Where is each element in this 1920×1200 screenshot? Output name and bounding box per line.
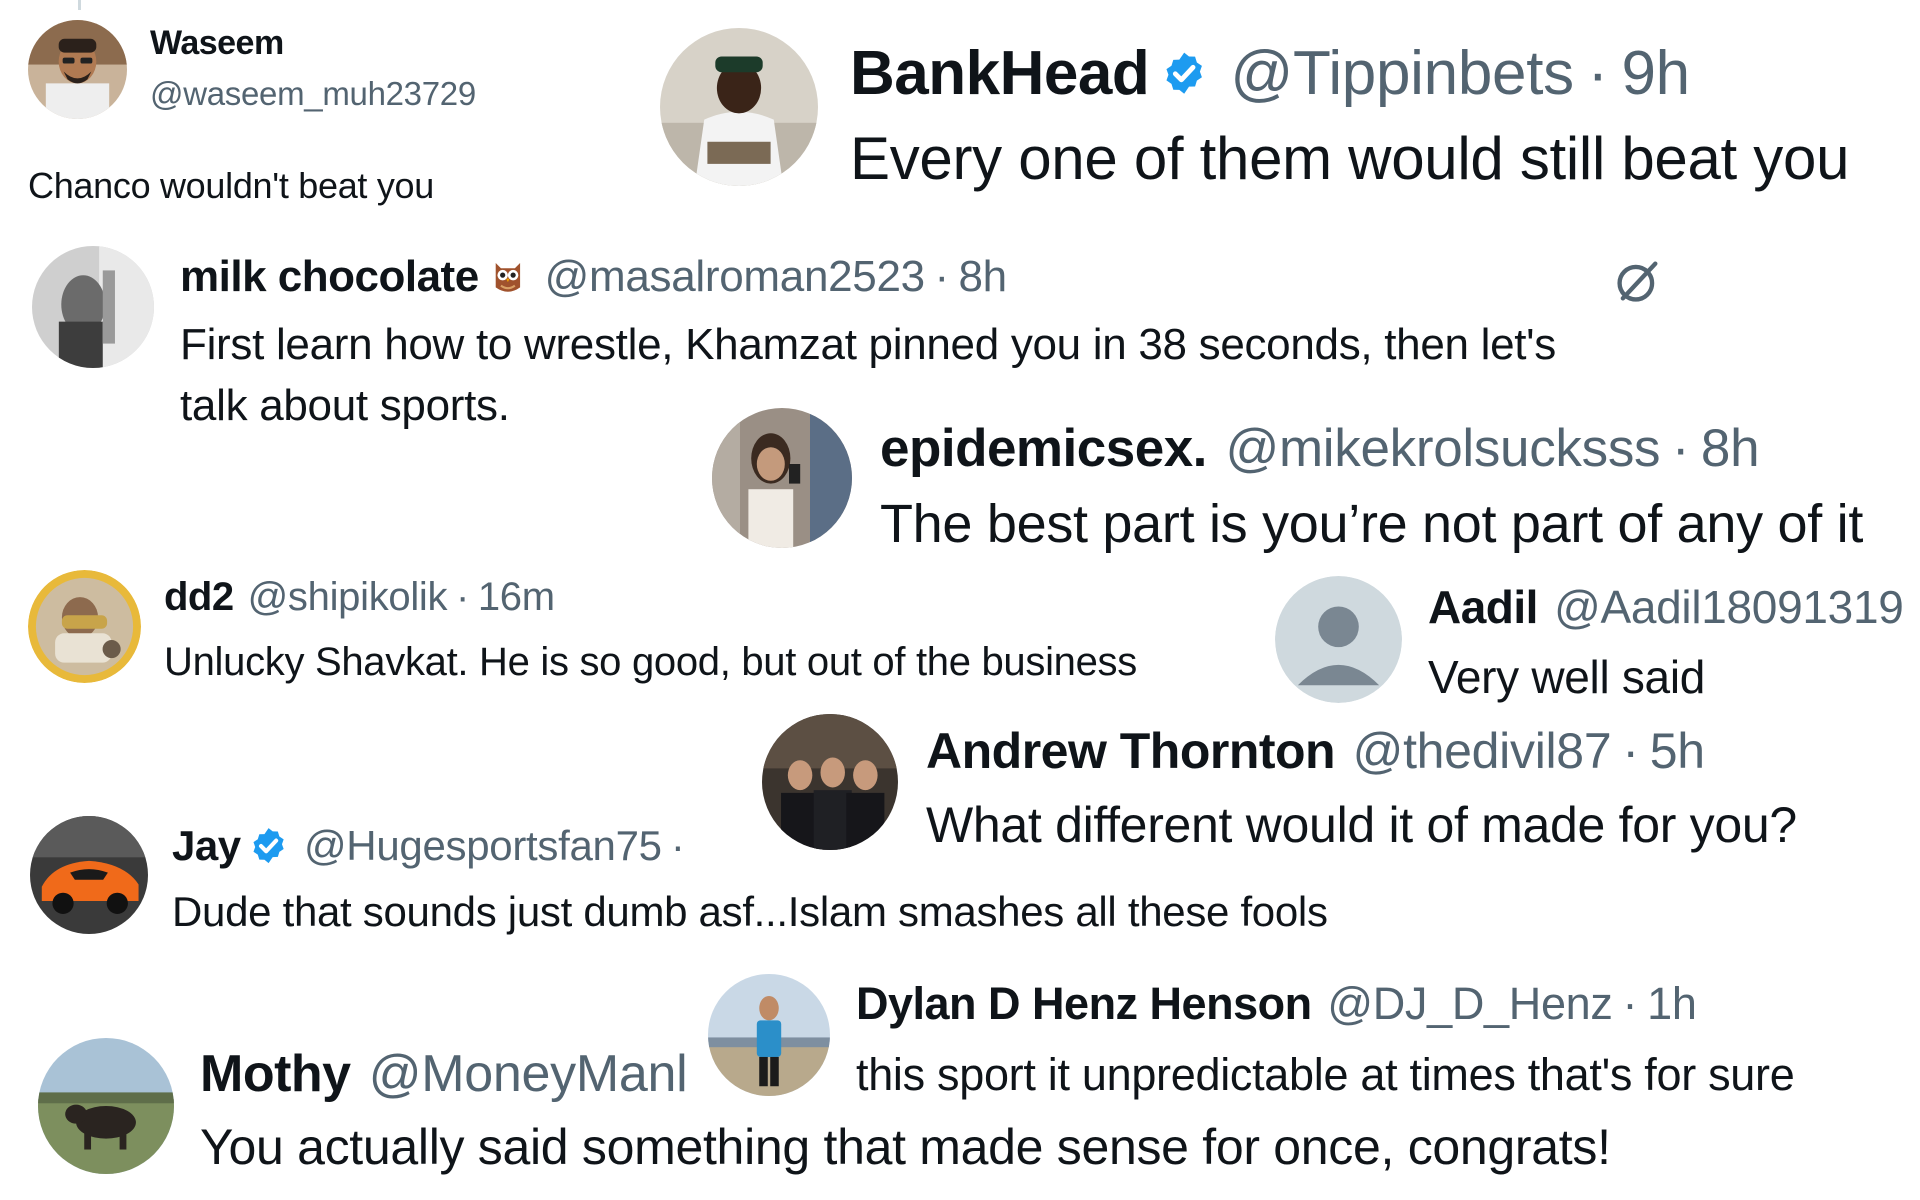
post-time[interactable]: 5h	[1650, 722, 1705, 780]
separator-dot: ·	[670, 822, 685, 869]
author-name[interactable]: dd2	[164, 575, 234, 620]
reply-text: Very well said	[1428, 651, 1706, 703]
author-name[interactable]: BankHead	[850, 38, 1150, 109]
separator-dot: ·	[1671, 419, 1690, 478]
avatar-milk-chocolate[interactable]	[32, 246, 154, 368]
thread-connector-line	[78, 0, 81, 10]
author-handle[interactable]: @Tippinbets	[1230, 38, 1574, 109]
author-handle[interactable]: @mikekrolsucksss	[1225, 418, 1660, 479]
author-name[interactable]: Dylan D Henz Henson	[856, 978, 1312, 1030]
reply-text: Unlucky Shavkat. He is so good, but out …	[164, 640, 1137, 684]
post-time[interactable]: 1h	[1647, 978, 1697, 1030]
verified-badge-icon	[248, 825, 289, 866]
author-handle[interactable]: @thedivil87	[1353, 722, 1612, 780]
avatar-dd2[interactable]	[28, 570, 141, 683]
reply-text: Dude that sounds just dumb asf...Islam s…	[172, 888, 1328, 935]
separator-dot: ·	[1622, 978, 1638, 1029]
post-time[interactable]: 8h	[1701, 418, 1760, 479]
author-handle[interactable]: @waseem_muh23729	[150, 75, 476, 113]
grok-icon[interactable]	[1612, 255, 1664, 307]
author-handle[interactable]: @shipikolik	[248, 575, 448, 620]
reply-collage: Waseem @waseem_muh23729 Chanco wouldn't …	[0, 0, 1920, 1200]
post-time[interactable]: 16m	[478, 575, 555, 620]
reply-text: What different would it of made for you?	[926, 797, 1797, 853]
separator-dot: ·	[456, 575, 470, 619]
avatar-dylan-henson[interactable]	[708, 974, 830, 1096]
author-handle[interactable]: @masalroman2523	[545, 252, 925, 302]
reply-text: The best part is you’re not part of any …	[880, 494, 1864, 554]
author-name[interactable]: milk chocolate	[180, 252, 479, 302]
verified-badge-icon	[1160, 49, 1208, 97]
avatar-mothy[interactable]	[38, 1038, 174, 1174]
author-name[interactable]: Mothy	[200, 1044, 351, 1104]
author-handle[interactable]: @DJ_D_Henz	[1327, 978, 1613, 1030]
avatar-epidemicsex[interactable]	[712, 408, 852, 548]
author-name[interactable]: epidemicsex.	[880, 418, 1207, 479]
avatar-jay[interactable]	[30, 816, 148, 934]
reply-text: Chanco wouldn't beat you	[28, 165, 434, 206]
separator-dot: ·	[1587, 39, 1608, 108]
separator-dot: ·	[1622, 723, 1639, 779]
reply-text: this sport it unpredictable at times tha…	[856, 1049, 1795, 1100]
reply-text: You actually said something that made se…	[200, 1119, 1611, 1175]
reply-text-line-2: talk about sports.	[180, 381, 510, 430]
post-time[interactable]: 9h	[1621, 38, 1690, 109]
author-name[interactable]: Waseem	[150, 24, 284, 63]
author-handle[interactable]: @Hugesportsfan75	[304, 822, 662, 870]
author-handle[interactable]: @Aadil18091319	[1554, 580, 1904, 634]
default-avatar-icon[interactable]	[1275, 576, 1402, 703]
reply-text-line-1: First learn how to wrestle, Khamzat pinn…	[180, 320, 1556, 369]
avatar-bankhead[interactable]	[660, 28, 818, 186]
avatar-waseem[interactable]	[28, 20, 127, 119]
author-name[interactable]: Aadil	[1428, 580, 1538, 634]
reply-text: Every one of them would still beat you	[850, 125, 1850, 192]
author-name[interactable]: Jay	[172, 822, 241, 870]
owl-emoji	[487, 256, 529, 298]
post-time[interactable]: 8h	[959, 252, 1008, 302]
avatar-andrew-thornton[interactable]	[762, 714, 898, 850]
author-name[interactable]: Andrew Thornton	[926, 722, 1336, 780]
separator-dot: ·	[934, 252, 949, 301]
author-handle[interactable]: @MoneyManl	[369, 1044, 688, 1104]
